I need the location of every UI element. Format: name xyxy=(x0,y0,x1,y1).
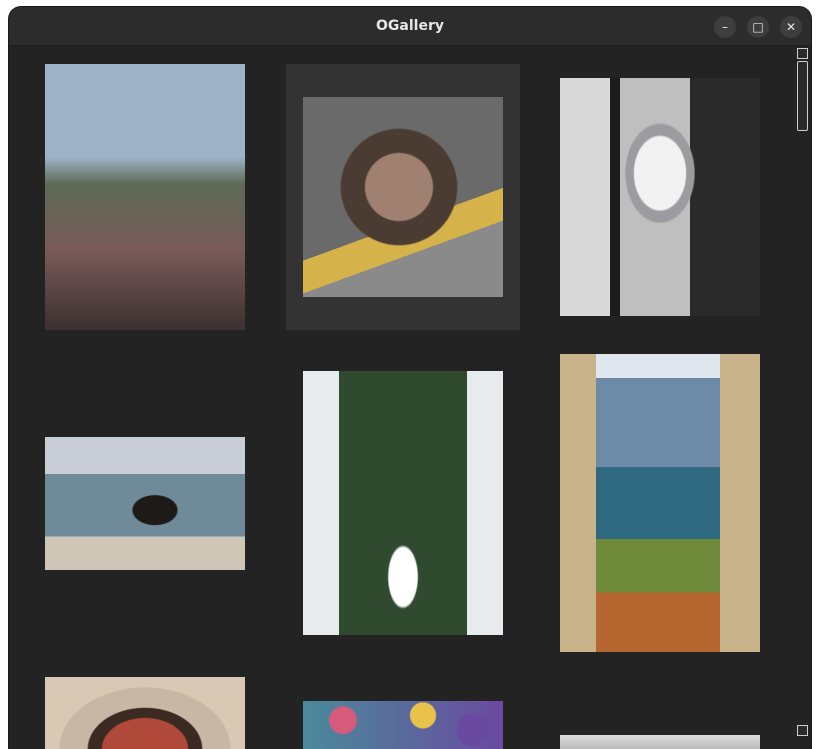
gallery-cell[interactable] xyxy=(45,677,245,749)
image-window-view-room[interactable] xyxy=(45,64,245,330)
gallery-cell[interactable] xyxy=(45,64,245,330)
scroll-up-button[interactable] xyxy=(797,48,808,59)
image-person-on-beach[interactable] xyxy=(45,437,245,570)
image-colorful-bokeh[interactable] xyxy=(303,701,503,749)
maximize-button[interactable]: □ xyxy=(747,16,769,38)
gallery-cell[interactable] xyxy=(560,735,760,749)
image-husky-puppy-in-camera-bag[interactable] xyxy=(560,78,760,316)
gallery-cell[interactable] xyxy=(303,371,503,635)
image-kittens-in-pot[interactable] xyxy=(303,97,503,297)
gallery-cell[interactable] xyxy=(45,437,245,570)
scroll-down-button[interactable] xyxy=(797,725,808,736)
image-ornate-arch[interactable] xyxy=(45,677,245,749)
gallery-cell[interactable] xyxy=(560,354,760,652)
scrollbar-thumb[interactable] xyxy=(797,61,808,131)
window-title: OGallery xyxy=(376,18,444,34)
gallery-cell-selected[interactable] xyxy=(286,64,520,330)
image-cat-in-window-with-geraniums[interactable] xyxy=(303,371,503,635)
gallery-cell[interactable] xyxy=(560,78,760,316)
close-button[interactable]: ✕ xyxy=(780,16,802,38)
minimize-button[interactable]: – xyxy=(714,16,736,38)
gallery-cell[interactable] xyxy=(303,701,503,749)
gallery-grid xyxy=(9,46,811,749)
app-window: OGallery – □ ✕ xyxy=(9,7,811,749)
image-open-door-lake-view[interactable] xyxy=(560,354,760,652)
image-partial-bottom[interactable] xyxy=(560,735,760,749)
title-bar[interactable]: OGallery – □ ✕ xyxy=(9,7,811,46)
